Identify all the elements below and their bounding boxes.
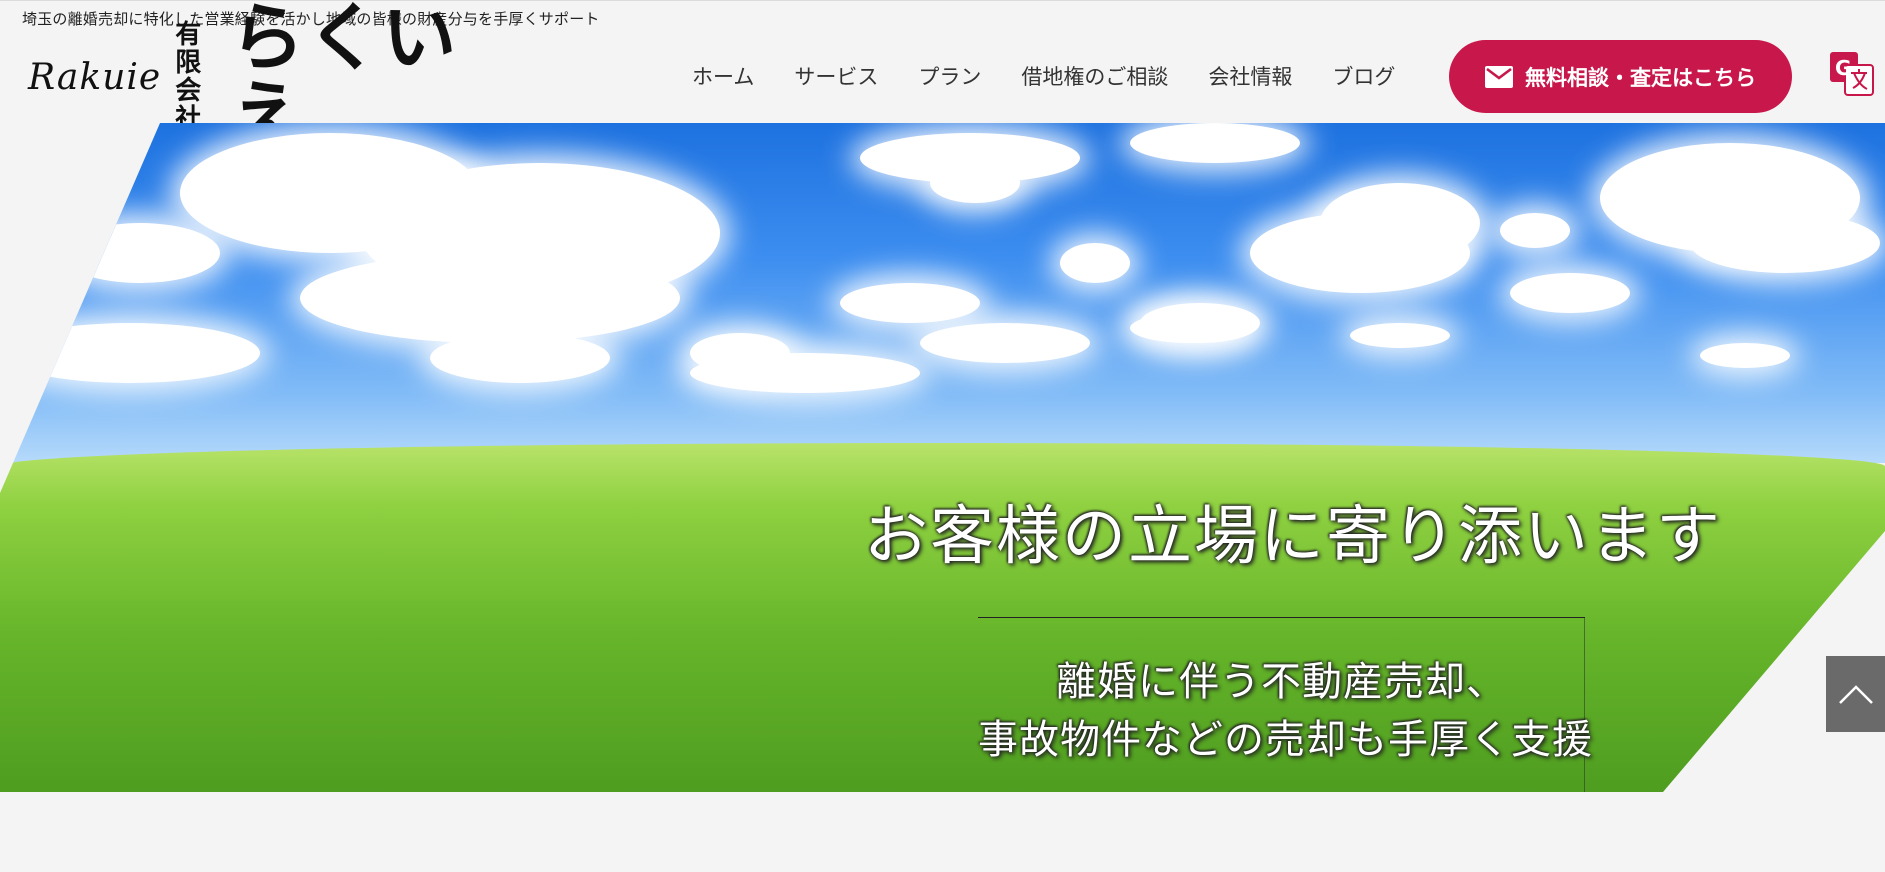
site-logo[interactable]: Rakuie 有限 会社 らくいえ [28, 0, 518, 155]
free-consultation-button[interactable]: 無料相談・査定はこちら [1449, 40, 1792, 113]
mail-icon [1485, 65, 1513, 88]
cloud [1500, 213, 1570, 248]
cta-label: 無料相談・査定はこちら [1525, 65, 1756, 90]
logo-kaisha-top: 有限 [175, 20, 202, 78]
cloud [1690, 213, 1880, 273]
cloud [1130, 123, 1300, 163]
nav-item-company[interactable]: 会社情報 [1208, 61, 1292, 91]
cloud [430, 333, 610, 383]
cloud [930, 163, 1020, 203]
hero-divider [978, 617, 1585, 618]
nav-item-service[interactable]: サービス [794, 61, 878, 91]
nav-item-plan[interactable]: プラン [918, 61, 981, 91]
hero-headline: お客様の立場に寄り添います [864, 500, 1722, 574]
chevron-up-icon [1838, 685, 1873, 704]
cloud [1130, 313, 1250, 343]
cloud [0, 323, 260, 383]
main-nav: ホーム サービス プラン 借地権のご相談 会社情報 ブログ [692, 56, 1395, 96]
google-translate-icon[interactable]: G [1829, 51, 1875, 97]
nav-item-blog[interactable]: ブログ [1332, 61, 1395, 91]
hero-subline-2: 事故物件などの売却も手厚く支援 [978, 717, 1593, 763]
cloud [1350, 323, 1450, 348]
nav-item-leasehold[interactable]: 借地権のご相談 [1021, 61, 1168, 91]
cloud [1060, 243, 1130, 283]
cloud [1320, 183, 1480, 263]
svg-text:G: G [1835, 56, 1851, 80]
cloud [1700, 343, 1790, 368]
logo-company-type: 有限 会社 [175, 21, 224, 133]
logo-latin-text: Rakuie [28, 56, 162, 98]
cloud [840, 283, 980, 323]
hero-banner: お客様の立場に寄り添います 離婚に伴う不動産売却、 事故物件などの売却も手厚く支… [0, 123, 1885, 792]
cloud [60, 223, 220, 283]
hero-subline-1: 離婚に伴う不動産売却、 [1056, 659, 1507, 705]
scroll-to-top-button[interactable] [1826, 656, 1885, 732]
cloud [920, 323, 1090, 363]
cloud [1510, 273, 1630, 313]
cloud [300, 253, 680, 343]
cloud [690, 353, 920, 393]
nav-item-home[interactable]: ホーム [692, 61, 754, 91]
